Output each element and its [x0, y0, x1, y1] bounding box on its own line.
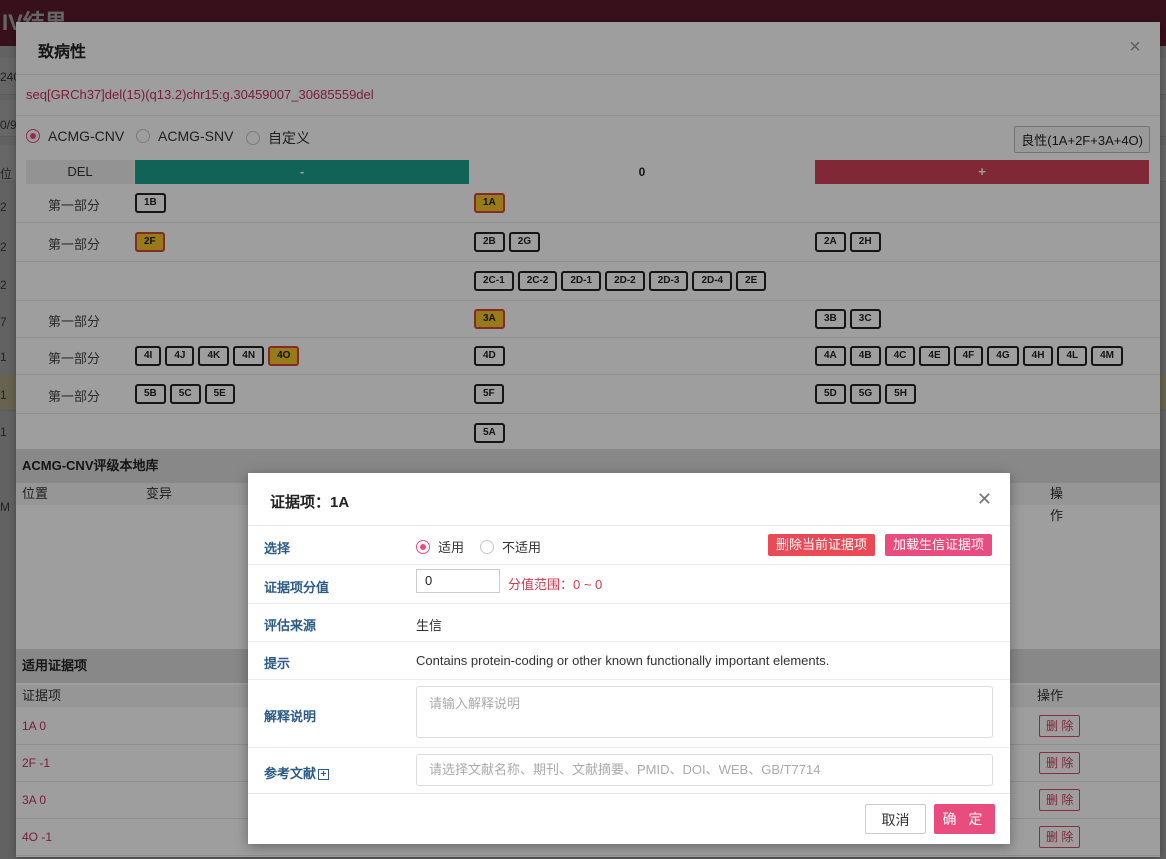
- source-label: 评估来源: [264, 618, 317, 633]
- reference-label[interactable]: 参考文献 +: [264, 763, 330, 782]
- radio-applicable[interactable]: 适用: [416, 537, 464, 556]
- explain-label: 解释说明: [264, 709, 317, 724]
- evidence-modal: 证据项：1A ✕ 选择 适用 不适用 删除当前证据项 加载生信证据项 证据项分值…: [248, 473, 1010, 844]
- score-label: 证据项分值: [264, 580, 330, 595]
- radio-not-applicable[interactable]: 不适用: [480, 537, 541, 556]
- evidence-modal-header: 证据项：1A ✕: [248, 473, 1010, 526]
- confirm-button[interactable]: 确 定: [934, 804, 995, 834]
- reference-row: 参考文献 + 请选择文献名称、期刊、文献摘要、PMID、DOI、WEB、GB/T7…: [248, 748, 1010, 794]
- score-input[interactable]: 0: [416, 569, 500, 593]
- evidence-modal-title: 证据项：1A: [270, 494, 350, 511]
- source-value: 生信: [416, 618, 443, 633]
- select-row: 选择 适用 不适用 删除当前证据项 加载生信证据项: [248, 526, 1010, 565]
- add-reference-icon[interactable]: +: [318, 769, 330, 781]
- source-row: 评估来源 生信: [248, 604, 1010, 642]
- radio-dot-icon: [416, 539, 430, 554]
- explain-textarea[interactable]: 请输入解释说明: [416, 686, 993, 738]
- reference-input[interactable]: 请选择文献名称、期刊、文献摘要、PMID、DOI、WEB、GB/T7714: [416, 754, 993, 786]
- load-bioinfo-evidence-button[interactable]: 加载生信证据项: [885, 534, 993, 556]
- score-row: 证据项分值 0 分值范围：0 ~ 0: [248, 565, 1010, 604]
- radio-dot-icon: [480, 539, 494, 554]
- hint-value: Contains protein-coding or other known f…: [416, 653, 830, 668]
- select-label: 选择: [264, 541, 291, 556]
- explain-row: 解释说明 请输入解释说明: [248, 680, 1010, 748]
- hint-label: 提示: [264, 656, 291, 671]
- score-range: 分值范围：0 ~ 0: [508, 577, 603, 592]
- hint-row: 提示 Contains protein-coding or other know…: [248, 642, 1010, 680]
- close-icon[interactable]: ✕: [977, 489, 992, 510]
- cancel-button[interactable]: 取消: [865, 804, 926, 834]
- delete-evidence-button[interactable]: 删除当前证据项: [768, 534, 876, 556]
